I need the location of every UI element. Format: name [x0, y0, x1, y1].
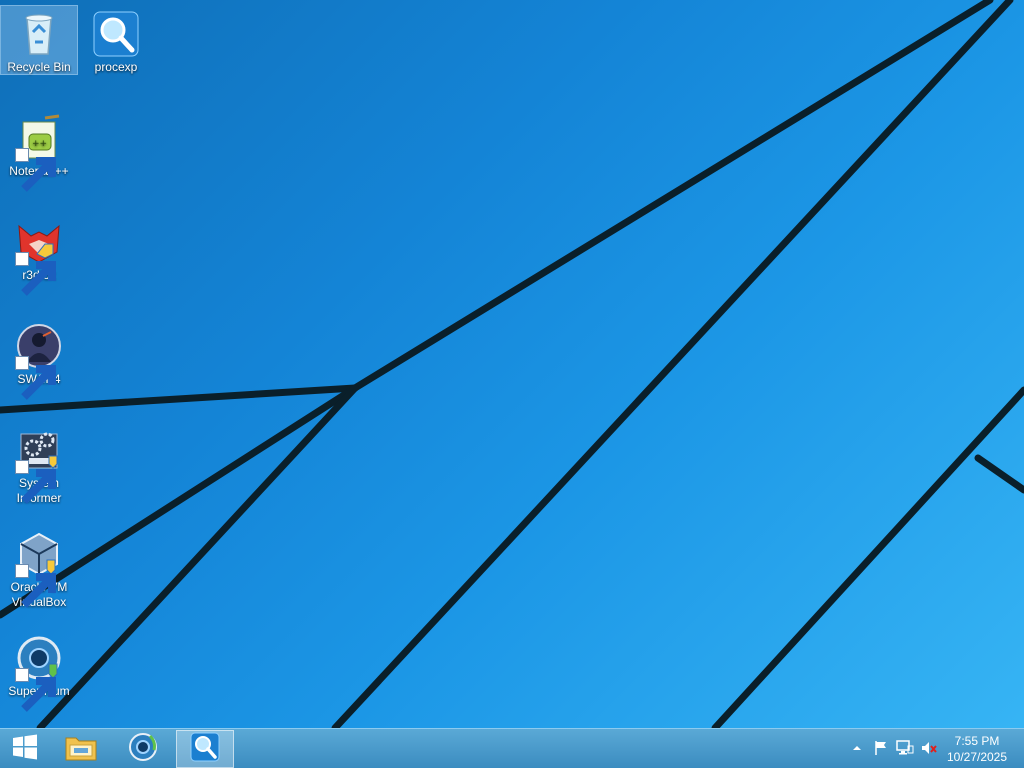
- flag-icon[interactable]: [872, 739, 890, 757]
- desktop-icon-notepad-plus-plus[interactable]: ++ Notepad++: [1, 110, 77, 192]
- network-icon[interactable]: [896, 739, 914, 757]
- taskbar-supermium[interactable]: [114, 730, 172, 768]
- swat-4-icon: [15, 322, 63, 400]
- windows-logo-icon: [12, 734, 38, 765]
- shortcut-arrow-icon: [15, 148, 56, 192]
- desktop-icon-recycle-bin[interactable]: Recycle Bin: [0, 5, 78, 75]
- shortcut-arrow-icon: [15, 252, 56, 296]
- clock-date: 10/27/2025: [946, 750, 1008, 764]
- clock-time: 7:55 PM: [954, 734, 1000, 748]
- desktop-icon-system-informer[interactable]: System Informer: [1, 422, 77, 506]
- folder-icon: [64, 732, 98, 767]
- desktop[interactable]: Recycle Bin procexp ++ Notepad++ r3dfox …: [0, 0, 1024, 728]
- magnifier-icon: [92, 10, 140, 58]
- svg-text:++: ++: [32, 139, 47, 149]
- volume-muted-icon[interactable]: [920, 739, 938, 757]
- start-button[interactable]: [0, 730, 50, 768]
- wallpaper-lines: [0, 0, 1024, 728]
- desktop-icon-label: procexp: [94, 60, 138, 74]
- desktop-icon-supermium[interactable]: Supermium: [1, 630, 77, 712]
- desktop-icon-swat-4[interactable]: SWAT 4: [1, 318, 77, 400]
- shortcut-arrow-icon: [15, 356, 56, 400]
- shortcut-arrow-icon: [15, 668, 56, 712]
- virtualbox-icon: [15, 530, 63, 608]
- taskbar-clock[interactable]: 7:55 PM 10/27/2025: [942, 733, 1012, 765]
- fox-icon: [15, 218, 63, 296]
- taskbar: 7:55 PM 10/27/2025: [0, 728, 1024, 768]
- taskbar-procexp[interactable]: [176, 730, 234, 768]
- desktop-icon-label: Recycle Bin: [7, 60, 71, 74]
- browser-globe-icon: [15, 634, 63, 712]
- gears-icon: [15, 426, 63, 504]
- shortcut-arrow-icon: [15, 460, 56, 504]
- recycle-bin-icon: [15, 10, 63, 58]
- desktop-icon-r3dfox[interactable]: r3dfox: [1, 214, 77, 296]
- notepad-plus-plus-icon: ++: [15, 114, 63, 192]
- shortcut-arrow-icon: [15, 564, 56, 608]
- magnifier-icon: [190, 732, 220, 767]
- desktop-icon-procexp[interactable]: procexp: [78, 6, 154, 75]
- desktop-icon-virtualbox[interactable]: Oracle VM VirtualBox: [1, 526, 77, 610]
- taskbar-file-explorer[interactable]: [52, 730, 110, 768]
- chevron-up-icon[interactable]: [848, 739, 866, 757]
- browser-globe-icon: [128, 732, 158, 767]
